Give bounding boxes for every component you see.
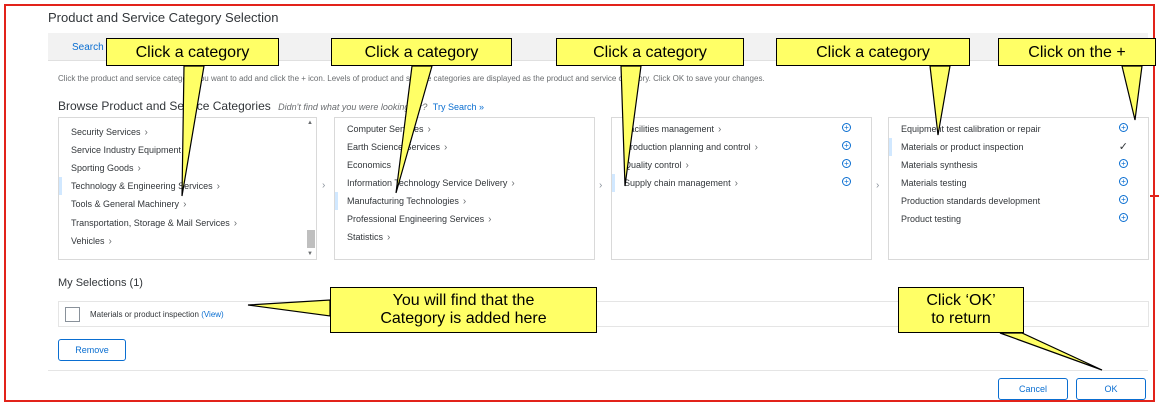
list-item[interactable]: Tools & General Machinery › xyxy=(59,195,302,213)
chevron-right-icon: › xyxy=(137,163,141,174)
list-item[interactable]: Sporting Goods › xyxy=(59,159,302,177)
list-item[interactable]: Information Technology Service Delivery › xyxy=(335,174,580,192)
callout-click-category-3: Click a category xyxy=(556,38,744,66)
callout-click-category-2: Click a category xyxy=(331,38,512,66)
add-circle-icon[interactable]: + xyxy=(1119,195,1128,204)
chevron-right-icon: › xyxy=(183,199,187,210)
chevron-right-icon: › xyxy=(734,178,738,189)
chevron-right-icon: › xyxy=(444,142,448,153)
add-circle-icon[interactable]: + xyxy=(842,159,851,168)
chevron-right-icon: › xyxy=(718,124,722,135)
chevron-right-icon: › xyxy=(108,236,112,247)
list-item[interactable]: Service Industry Equipment › xyxy=(59,141,302,159)
chevron-right-icon: › xyxy=(387,232,391,243)
list-item[interactable]: Security Services › xyxy=(59,123,302,141)
view-link[interactable]: (View) xyxy=(201,310,224,319)
category-column-4: Equipment test calibration or repair + Ma… xyxy=(888,117,1149,260)
tab-search[interactable]: Search xyxy=(72,42,104,53)
browse-title: Browse Product and Service Categories xyxy=(58,99,271,113)
footer-divider xyxy=(48,370,1148,371)
add-circle-icon[interactable]: + xyxy=(1119,159,1128,168)
list-item[interactable]: Vehicles › xyxy=(59,232,302,250)
scroll-thumb[interactable] xyxy=(307,230,315,248)
list-item[interactable]: Statistics › xyxy=(335,228,580,246)
my-selections-heading: My Selections (1) xyxy=(58,277,143,289)
list-item[interactable]: Economics xyxy=(335,156,580,174)
browse-hint: Didn't find what you were looking for? xyxy=(278,102,428,112)
selection-label: Materials or product inspection (View) xyxy=(90,310,224,319)
callout-click-ok: Click ‘OK’ to return xyxy=(898,287,1024,333)
add-circle-icon[interactable]: + xyxy=(842,177,851,186)
chevron-right-icon: › xyxy=(233,218,238,229)
remove-button[interactable]: Remove xyxy=(58,339,126,361)
chevron-right-icon: › xyxy=(185,145,189,156)
chevron-right-icon: › xyxy=(427,124,431,135)
list-item[interactable]: Materials testing + xyxy=(889,174,1134,192)
chevron-right-icon: › xyxy=(511,178,515,189)
scroll-down-icon[interactable]: ▼ xyxy=(307,251,313,257)
browse-heading: Browse Product and Service Categories Di… xyxy=(58,99,484,113)
callout-click-category-1: Click a category xyxy=(106,38,279,66)
list-item[interactable]: Quality control › + xyxy=(612,156,857,174)
callout-click-plus: Click on the + xyxy=(998,38,1156,66)
chevron-right-icon: › xyxy=(685,160,689,171)
callout-click-category-4: Click a category xyxy=(776,38,970,66)
list-item[interactable]: Computer Services › xyxy=(335,120,580,138)
chevron-right-icon: › xyxy=(876,180,880,191)
list-item[interactable]: Production planning and control › + xyxy=(612,138,857,156)
column-scrollbar[interactable]: ▲ ▼ xyxy=(307,120,315,257)
dialog-title: Product and Service Category Selection xyxy=(48,10,279,25)
add-circle-icon[interactable]: + xyxy=(842,123,851,132)
ok-button[interactable]: OK xyxy=(1076,378,1146,400)
chevron-right-icon: › xyxy=(488,214,492,225)
chevron-right-icon: › xyxy=(754,142,758,153)
chevron-right-icon: › xyxy=(462,196,467,207)
selection-checkbox[interactable] xyxy=(65,307,80,322)
category-column-1: Security Services › Service Industry Equi… xyxy=(58,117,317,260)
chevron-right-icon: › xyxy=(322,180,326,191)
add-circle-icon[interactable]: + xyxy=(1119,213,1128,222)
list-item[interactable]: Facilities management › + xyxy=(612,120,857,138)
list-item-selected[interactable]: Materials or product inspection ✓ xyxy=(889,138,1134,156)
list-item[interactable]: Professional Engineering Services › xyxy=(335,210,580,228)
list-item[interactable]: Earth Science Services › xyxy=(335,138,580,156)
callout-category-added: You will find that the Category is added… xyxy=(330,287,597,333)
try-search-link[interactable]: Try Search » xyxy=(433,102,484,112)
category-column-2: Computer Services › Earth Science Service… xyxy=(334,117,595,260)
chevron-right-icon: › xyxy=(216,181,220,192)
arrow-pointer-line xyxy=(1150,195,1159,197)
list-item[interactable]: Transportation, Storage & Mail Services › xyxy=(59,214,302,232)
scroll-up-icon[interactable]: ▲ xyxy=(307,120,313,126)
category-column-3: Facilities management › + Production plann… xyxy=(611,117,872,260)
chevron-right-icon: › xyxy=(144,127,148,138)
add-circle-icon[interactable]: + xyxy=(1119,177,1128,186)
chevron-right-icon: › xyxy=(599,180,603,191)
list-item[interactable]: Materials synthesis + xyxy=(889,156,1134,174)
instructions-text: Click the product and service category y… xyxy=(58,74,765,83)
cancel-button[interactable]: Cancel xyxy=(998,378,1068,400)
list-item-selected[interactable]: Manufacturing Technologies › xyxy=(335,192,580,210)
list-item[interactable]: Equipment test calibration or repair + xyxy=(889,120,1134,138)
check-icon: ✓ xyxy=(1118,141,1128,153)
add-circle-icon[interactable]: + xyxy=(842,141,851,150)
list-item-selected[interactable]: Supply chain management › + xyxy=(612,174,857,192)
list-item[interactable]: Product testing + xyxy=(889,210,1134,228)
list-item-selected[interactable]: Technology & Engineering Services › xyxy=(59,177,302,195)
add-circle-icon[interactable]: + xyxy=(1119,123,1128,132)
list-item[interactable]: Production standards development + xyxy=(889,192,1134,210)
